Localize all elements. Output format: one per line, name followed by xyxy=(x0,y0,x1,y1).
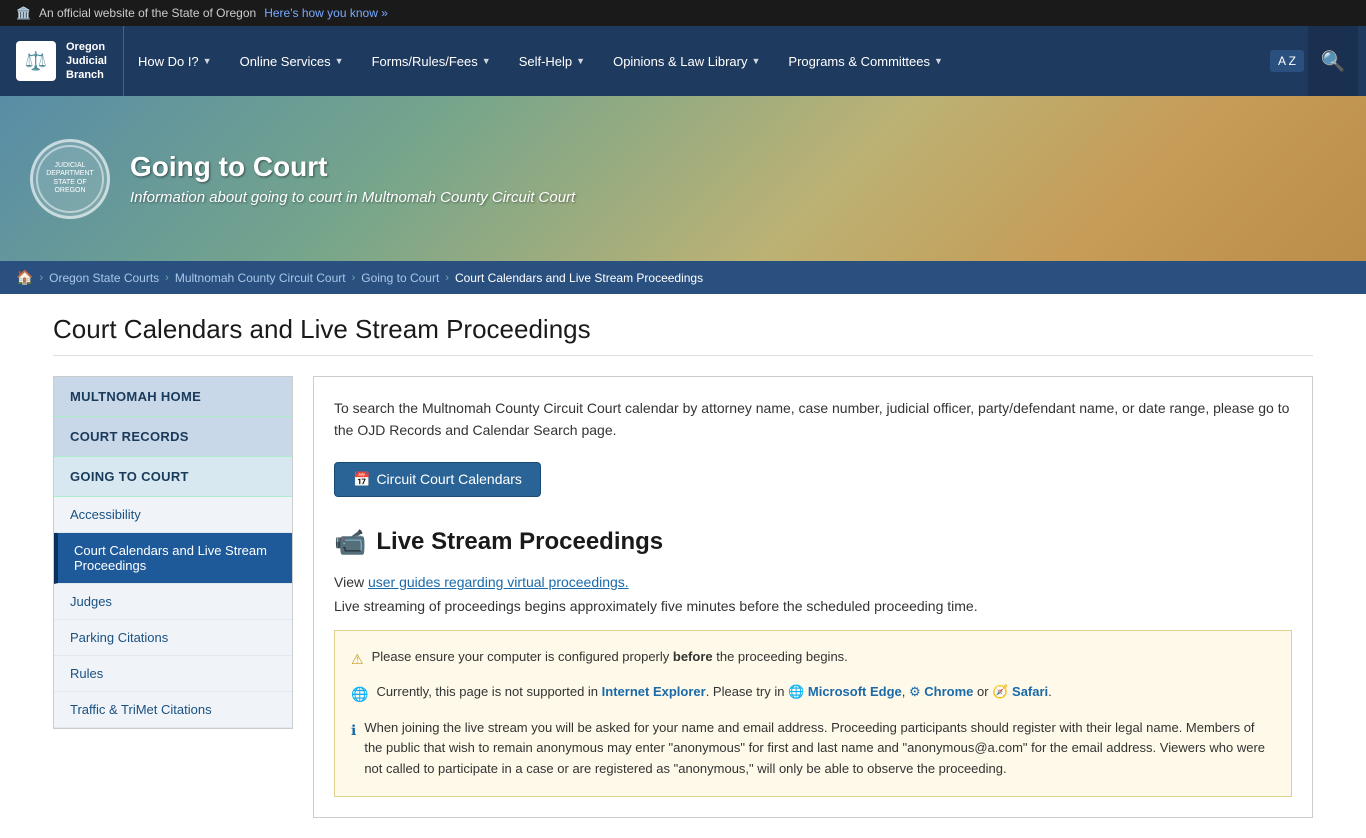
page-title: Court Calendars and Live Stream Proceedi… xyxy=(53,314,1313,356)
breadcrumb-oregon-courts[interactable]: Oregon State Courts xyxy=(49,271,159,285)
banner-link[interactable]: Here's how you know » xyxy=(264,6,388,20)
sidebar: MULTNOMAH HOME COURT RECORDS GOING TO CO… xyxy=(53,376,293,729)
video-camera-icon: 📹 xyxy=(334,527,366,558)
search-button[interactable]: 🔍 xyxy=(1308,26,1358,96)
nav-item-self-help[interactable]: Self-Help ▼ xyxy=(505,26,599,96)
banner-text: An official website of the State of Oreg… xyxy=(39,6,256,20)
info-browser-icon: 🌐 xyxy=(351,683,368,705)
virtual-proceedings-link[interactable]: user guides regarding virtual proceeding… xyxy=(368,574,629,590)
sidebar-item-traffic[interactable]: Traffic & TriMet Citations xyxy=(54,692,292,728)
anonymous-warning-text: When joining the live stream you will be… xyxy=(364,718,1275,780)
nav-right-controls: A Z 🔍 xyxy=(1262,26,1366,96)
top-banner: 🏛️ An official website of the State of O… xyxy=(0,0,1366,26)
sidebar-multnomah-header[interactable]: MULTNOMAH HOME xyxy=(54,377,292,417)
browser-warning-text: Currently, this page is not supported in… xyxy=(376,682,1051,703)
chrome-link[interactable]: ⚙ Chrome xyxy=(909,684,973,699)
sidebar-item-rules[interactable]: Rules xyxy=(54,656,292,692)
breadcrumb-sep: › xyxy=(39,272,43,284)
sidebar-item-parking[interactable]: Parking Citations xyxy=(54,620,292,656)
breadcrumb-current: Court Calendars and Live Stream Proceedi… xyxy=(455,271,703,285)
chevron-down-icon: ▼ xyxy=(482,56,491,66)
info-circle-icon: ℹ xyxy=(351,719,356,741)
flag-icon: 🏛️ xyxy=(16,6,31,20)
judicial-seal: JUDICIAL DEPARTMENT STATE OF OREGON xyxy=(30,139,110,219)
site-logo[interactable]: ⚖️ OregonJudicialBranch xyxy=(0,26,124,96)
logo-text: OregonJudicialBranch xyxy=(66,40,107,83)
breadcrumb: 🏠 › Oregon State Courts › Multnomah Coun… xyxy=(0,261,1366,294)
safari-link[interactable]: 🧭 Safari xyxy=(992,684,1048,699)
hero-title: Going to Court xyxy=(130,151,575,183)
chevron-down-icon: ▼ xyxy=(203,56,212,66)
nav-item-forms[interactable]: Forms/Rules/Fees ▼ xyxy=(358,26,505,96)
chevron-down-icon: ▼ xyxy=(576,56,585,66)
logo-icon: ⚖️ xyxy=(16,41,56,81)
live-stream-heading: 📹 Live Stream Proceedings xyxy=(334,527,1292,558)
warning-box: ⚠ Please ensure your computer is configu… xyxy=(334,630,1292,797)
warning-triangle-icon: ⚠ xyxy=(351,648,364,670)
breadcrumb-going-to-court[interactable]: Going to Court xyxy=(361,271,439,285)
sidebar-going-to-court-header: GOING TO COURT xyxy=(54,457,292,497)
breadcrumb-multnomah[interactable]: Multnomah County Circuit Court xyxy=(175,271,346,285)
warning-line-2: 🌐 Currently, this page is not supported … xyxy=(351,682,1275,705)
sidebar-court-records-header[interactable]: COURT RECORDS xyxy=(54,417,292,457)
chevron-down-icon: ▼ xyxy=(934,56,943,66)
nav-menu: How Do I? ▼ Online Services ▼ Forms/Rule… xyxy=(124,26,1262,96)
sidebar-item-judges[interactable]: Judges xyxy=(54,584,292,620)
content-area: To search the Multnomah County Circuit C… xyxy=(313,376,1313,818)
nav-item-how-do-i[interactable]: How Do I? ▼ xyxy=(124,26,226,96)
language-toggle-button[interactable]: A Z xyxy=(1270,50,1304,72)
ie-link[interactable]: Internet Explorer xyxy=(602,684,706,699)
nav-item-online-services[interactable]: Online Services ▼ xyxy=(226,26,358,96)
nav-item-opinions[interactable]: Opinions & Law Library ▼ xyxy=(599,26,774,96)
calendar-icon: 📅 xyxy=(353,471,370,488)
hero-text-block: Going to Court Information about going t… xyxy=(130,151,575,206)
calendar-btn-label: Circuit Court Calendars xyxy=(376,471,522,487)
main-content: Court Calendars and Live Stream Proceedi… xyxy=(33,294,1333,838)
warning-text-1: Please ensure your computer is configure… xyxy=(372,647,848,668)
chevron-down-icon: ▼ xyxy=(751,56,760,66)
content-layout: MULTNOMAH HOME COURT RECORDS GOING TO CO… xyxy=(53,376,1313,818)
home-icon[interactable]: 🏠 xyxy=(16,269,33,286)
nav-item-programs[interactable]: Programs & Committees ▼ xyxy=(774,26,957,96)
stream-intro-prefix: View xyxy=(334,574,368,590)
warning-line-3: ℹ When joining the live stream you will … xyxy=(351,718,1275,780)
hero-subtitle: Information about going to court in Mult… xyxy=(130,189,575,206)
intro-paragraph: To search the Multnomah County Circuit C… xyxy=(334,397,1292,442)
sidebar-item-accessibility[interactable]: Accessibility xyxy=(54,497,292,533)
chevron-down-icon: ▼ xyxy=(335,56,344,66)
warning-line-1: ⚠ Please ensure your computer is configu… xyxy=(351,647,1275,670)
sidebar-item-calendars[interactable]: Court Calendars and Live Stream Proceedi… xyxy=(54,533,292,584)
edge-link[interactable]: 🌐 Microsoft Edge xyxy=(788,684,902,699)
stream-timing: Live streaming of proceedings begins app… xyxy=(334,598,1292,614)
hero-section: JUDICIAL DEPARTMENT STATE OF OREGON Goin… xyxy=(0,96,1366,261)
main-navigation: ⚖️ OregonJudicialBranch How Do I? ▼ Onli… xyxy=(0,26,1366,96)
circuit-court-calendars-button[interactable]: 📅 Circuit Court Calendars xyxy=(334,462,541,497)
stream-intro: View user guides regarding virtual proce… xyxy=(334,574,1292,590)
